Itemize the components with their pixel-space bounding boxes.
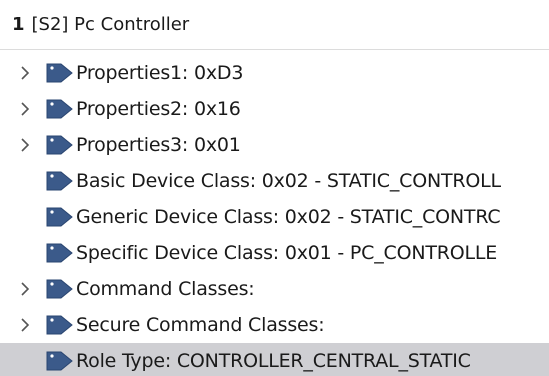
expand-chevron-icon[interactable] [18, 138, 32, 152]
tag-icon [46, 351, 73, 371]
device-tree: 1 [S2] Pc Controller Properties1: 0xD3 P… [0, 0, 549, 376]
tag-icon [46, 279, 73, 299]
node-title: [S2] Pc Controller [31, 14, 190, 35]
tree-item-label: Properties2: 0x16 [76, 98, 241, 120]
tree-item-label: Properties1: 0xD3 [76, 62, 244, 84]
tree-item-secure-command-classes[interactable]: Secure Command Classes: [0, 307, 549, 343]
expand-chevron-icon[interactable] [18, 282, 32, 296]
tag-icon [46, 171, 73, 191]
tree-item-role-type[interactable]: Role Type: CONTROLLER_CENTRAL_STATIC [0, 343, 549, 376]
tree-item-label: Role Type: CONTROLLER_CENTRAL_STATIC [76, 350, 471, 372]
tree-item-generic-device-class[interactable]: Generic Device Class: 0x02 - STATIC_CONT… [0, 199, 549, 235]
tag-icon [46, 315, 73, 335]
tag-icon [46, 243, 73, 263]
tag-icon [46, 135, 73, 155]
tree-item-specific-device-class[interactable]: Specific Device Class: 0x01 - PC_CONTROL… [0, 235, 549, 271]
expand-chevron-icon[interactable] [18, 66, 32, 80]
tree-item-basic-device-class[interactable]: Basic Device Class: 0x02 - STATIC_CONTRO… [0, 163, 549, 199]
tree-item-label: Generic Device Class: 0x02 - STATIC_CONT… [76, 206, 501, 228]
tree-item-properties2[interactable]: Properties2: 0x16 [0, 91, 549, 127]
tree-item-command-classes[interactable]: Command Classes: [0, 271, 549, 307]
expand-chevron-icon[interactable] [18, 102, 32, 116]
tree-item-label: Specific Device Class: 0x01 - PC_CONTROL… [76, 242, 498, 264]
tree-item-properties1[interactable]: Properties1: 0xD3 [0, 55, 549, 91]
tag-icon [46, 99, 73, 119]
tree-item-label: Properties3: 0x01 [76, 134, 241, 156]
tree-item-properties3[interactable]: Properties3: 0x01 [0, 127, 549, 163]
tag-icon [46, 63, 73, 83]
tree-item-label: Command Classes: [76, 278, 255, 300]
node-header[interactable]: 1 [S2] Pc Controller [0, 0, 549, 50]
expand-chevron-icon[interactable] [18, 318, 32, 332]
node-number: 1 [12, 14, 25, 35]
tree-item-label: Basic Device Class: 0x02 - STATIC_CONTRO… [76, 170, 501, 192]
property-list: Properties1: 0xD3 Properties2: 0x16 Prop… [0, 55, 549, 376]
tag-icon [46, 207, 73, 227]
tree-item-label: Secure Command Classes: [76, 314, 325, 336]
